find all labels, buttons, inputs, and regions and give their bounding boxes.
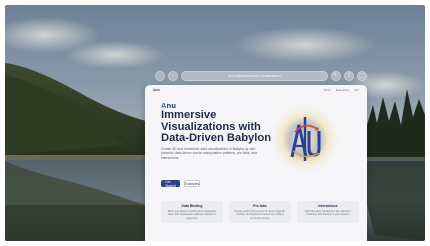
site-nav: Anu Docs Examples API <box>145 85 367 94</box>
nav-link-api[interactable]: API <box>354 88 359 92</box>
feature-text: Add XR-ready interactions like selection… <box>304 210 352 217</box>
browser-toolbar: ‹ › anu.ninja/immersive-visualizations ↻… <box>155 69 367 82</box>
feature-title: Data Binding <box>181 204 203 208</box>
tabs-icon[interactable]: ▢ <box>357 70 367 81</box>
feature-cards: Data Binding Bind your data to meshes an… <box>161 201 359 223</box>
anu-logo-graphic <box>265 99 345 179</box>
back-icon[interactable]: ‹ <box>155 70 165 81</box>
web-page-window: Anu Docs Examples API Anu Immersive Visu… <box>145 85 367 241</box>
reload-icon[interactable]: ↻ <box>331 70 341 81</box>
hero-description: Create 3D and immersive data visualizati… <box>161 147 257 160</box>
cta-buttons: Get Started Examples <box>161 180 200 188</box>
get-started-button[interactable]: Get Started <box>161 180 180 188</box>
anu-logo-icon <box>267 101 343 177</box>
nav-links: Docs Examples API <box>324 88 359 92</box>
feature-card-prefabs: Pre-fabs Ready-made components for axes,… <box>229 201 291 223</box>
vr-scene: ‹ › anu.ninja/immersive-visualizations ↻… <box>5 5 425 241</box>
share-icon[interactable]: ⇪ <box>344 70 354 81</box>
page-title: Immersive Visualizations with Data-Drive… <box>161 109 272 144</box>
feature-text: Bind your data to meshes and manipulate … <box>168 210 216 220</box>
nav-link-examples[interactable]: Examples <box>336 88 349 92</box>
address-bar[interactable]: anu.ninja/immersive-visualizations <box>181 70 328 81</box>
feature-title: Pre-fabs <box>253 204 267 208</box>
feature-card-data-binding: Data Binding Bind your data to meshes an… <box>161 201 223 223</box>
nav-link-docs[interactable]: Docs <box>324 88 331 92</box>
feature-title: Interactions <box>318 204 338 208</box>
feature-card-interactions: Interactions Add XR-ready interactions l… <box>297 201 359 223</box>
site-logo-text[interactable]: Anu <box>153 88 160 92</box>
examples-button[interactable]: Examples <box>184 180 200 187</box>
feature-text: Ready-made components for axes, legends,… <box>234 210 286 220</box>
forward-icon[interactable]: › <box>168 70 178 81</box>
